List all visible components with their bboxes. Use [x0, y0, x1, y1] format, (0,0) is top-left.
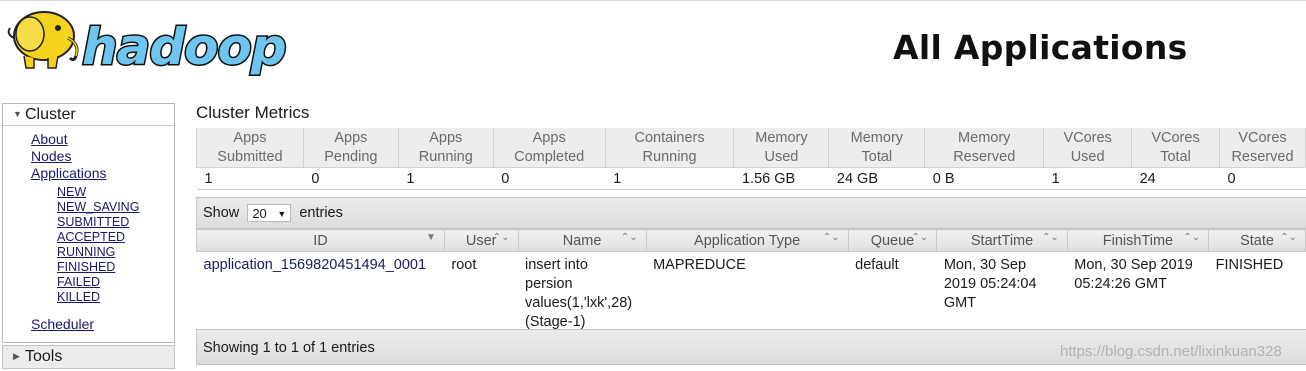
metric-header: Memory Reserved [924, 128, 1045, 168]
top-border [0, 0, 1306, 1]
cluster-metrics-table: Apps Submitted Apps Pending Apps Running Ap… [196, 128, 1306, 190]
app-finishtime-cell: Mon, 30 Sep 2019 05:24:26 GMT [1074, 257, 1193, 292]
metric-header: Apps Completed [492, 128, 606, 168]
table-info-text: Showing 1 to 1 of 1 entries [203, 340, 375, 356]
watermark-text: https://blog.csdn.net/lixinkuan328 [1060, 343, 1282, 360]
app-user-cell: root [451, 257, 477, 273]
column-header-application-type[interactable]: Application Type ⌃⌄ [645, 229, 849, 252]
app-queue-cell: default [855, 257, 899, 273]
sort-both-icon: ⌃⌄ [492, 232, 510, 243]
table-row: application_1569820451494_0001 root inse… [197, 252, 1306, 333]
state-finished-link[interactable]: FINISHED [3, 260, 174, 275]
metric-value: 1 [196, 167, 304, 190]
nav-nodes-link[interactable]: Nodes [3, 148, 174, 165]
column-header-name[interactable]: Name ⌃⌄ [517, 229, 647, 252]
column-header-user[interactable]: User ⌃⌄ [443, 229, 519, 252]
metric-value: 0 B [924, 167, 1044, 190]
sidebar-tools[interactable]: ▶ Tools [2, 345, 175, 369]
apps-header-row: ID ▼ User ⌃⌄ Name ⌃⌄ Application Type ⌃⌄ Que… [196, 229, 1306, 252]
entries-label: entries [299, 205, 343, 221]
app-name-cell: insert into persion values(1,'lxk',28) (… [525, 257, 633, 330]
caret-right-icon: ▶ [13, 351, 20, 362]
cluster-section-header[interactable]: ▼ Cluster [3, 104, 174, 126]
hadoop-logo[interactable]: hadoop [2, 4, 302, 89]
app-state-nav: NEW NEW_SAVING SUBMITTED ACCEPTED RUNNIN… [3, 182, 174, 305]
sort-both-icon: ⌃⌄ [822, 232, 840, 243]
tools-section-header[interactable]: ▶ Tools [3, 346, 174, 367]
tools-label: Tools [25, 348, 63, 365]
sort-both-icon: ⌃⌄ [911, 232, 929, 243]
table-length-bar: Show 20 ▼ entries [196, 197, 1306, 229]
metric-value: 0 [493, 167, 606, 190]
dropdown-arrow-icon: ▼ [277, 209, 287, 220]
metric-header: Apps Pending [302, 128, 399, 168]
metrics-value-row: 1 0 1 0 1 1.56 GB 24 GB 0 B 1 24 0 [196, 167, 1306, 190]
state-new-link[interactable]: NEW [3, 185, 174, 200]
column-header-id[interactable]: ID ▼ [196, 229, 445, 252]
metric-header: Apps Running [397, 128, 494, 168]
page-title: All Applications [893, 28, 1188, 67]
metrics-heading: Cluster Metrics [196, 103, 310, 122]
sort-both-icon: ⌃⌄ [620, 232, 638, 243]
nav-about-link[interactable]: About [3, 131, 174, 148]
sort-desc-icon: ▼ [425, 232, 436, 243]
state-submitted-link[interactable]: SUBMITTED [3, 215, 174, 230]
metric-header: Memory Used [733, 128, 830, 168]
applications-table: ID ▼ User ⌃⌄ Name ⌃⌄ Application Type ⌃⌄ Que… [196, 229, 1306, 332]
sort-both-icon: ⌃⌄ [1280, 232, 1297, 243]
cluster-label: Cluster [25, 106, 76, 123]
metric-header: VCores Reserved [1218, 128, 1306, 168]
logo-wordmark: hadoop [82, 18, 286, 76]
metric-header: VCores Used [1043, 128, 1133, 168]
state-new-saving-link[interactable]: NEW_SAVING [3, 200, 174, 215]
metric-header: Containers Running [604, 128, 735, 168]
scheduler-nav: Scheduler [3, 305, 174, 333]
app-id-link[interactable]: application_1569820451494_0001 [204, 257, 427, 273]
state-accepted-link[interactable]: ACCEPTED [3, 230, 174, 245]
metric-value: 0 [1219, 167, 1306, 190]
column-header-state[interactable]: State ⌃⌄ [1208, 229, 1306, 252]
nav-applications-link[interactable]: Applications [3, 165, 174, 182]
page-length-select[interactable]: 20 ▼ [247, 204, 292, 223]
metric-value: 24 [1131, 167, 1220, 190]
metric-header: VCores Total [1131, 128, 1220, 168]
sort-both-icon: ⌃⌄ [1183, 232, 1201, 243]
app-state-cell: FINISHED [1215, 257, 1284, 273]
metric-value: 24 GB [828, 167, 925, 190]
metric-value: 1 [605, 167, 734, 190]
state-killed-link[interactable]: KILLED [3, 290, 174, 305]
app-id-cell: application_1569820451494_0001 [197, 252, 445, 333]
metric-value: 1 [398, 167, 494, 190]
column-header-finishtime[interactable]: FinishTime ⌃⌄ [1066, 229, 1210, 252]
app-type-cell: MAPREDUCE [653, 257, 746, 273]
metric-value: 0 [303, 167, 399, 190]
state-running-link[interactable]: RUNNING [3, 245, 174, 260]
metric-header: Memory Total [828, 128, 926, 168]
state-failed-link[interactable]: FAILED [3, 275, 174, 290]
metric-value: 1.56 GB [733, 167, 829, 190]
column-header-queue[interactable]: Queue ⌃⌄ [847, 229, 938, 252]
metrics-header-row: Apps Submitted Apps Pending Apps Running Ap… [196, 128, 1306, 168]
app-starttime-cell: Mon, 30 Sep 2019 05:24:04 GMT [943, 257, 1037, 311]
metric-value: 1 [1043, 167, 1132, 190]
hadoop-elephant-logo-icon: hadoop [7, 11, 288, 78]
sort-both-icon: ⌃⌄ [1042, 232, 1059, 243]
show-label: Show [203, 205, 240, 221]
metric-header: Apps Submitted [196, 128, 304, 168]
cluster-nav: About Nodes Applications [3, 126, 174, 182]
sidebar-cluster: ▼ Cluster About Nodes Applications NEW NE… [2, 103, 175, 343]
caret-down-icon: ▼ [13, 109, 22, 120]
column-header-starttime[interactable]: StartTime ⌃⌄ [936, 229, 1068, 252]
nav-scheduler-link[interactable]: Scheduler [3, 316, 174, 333]
